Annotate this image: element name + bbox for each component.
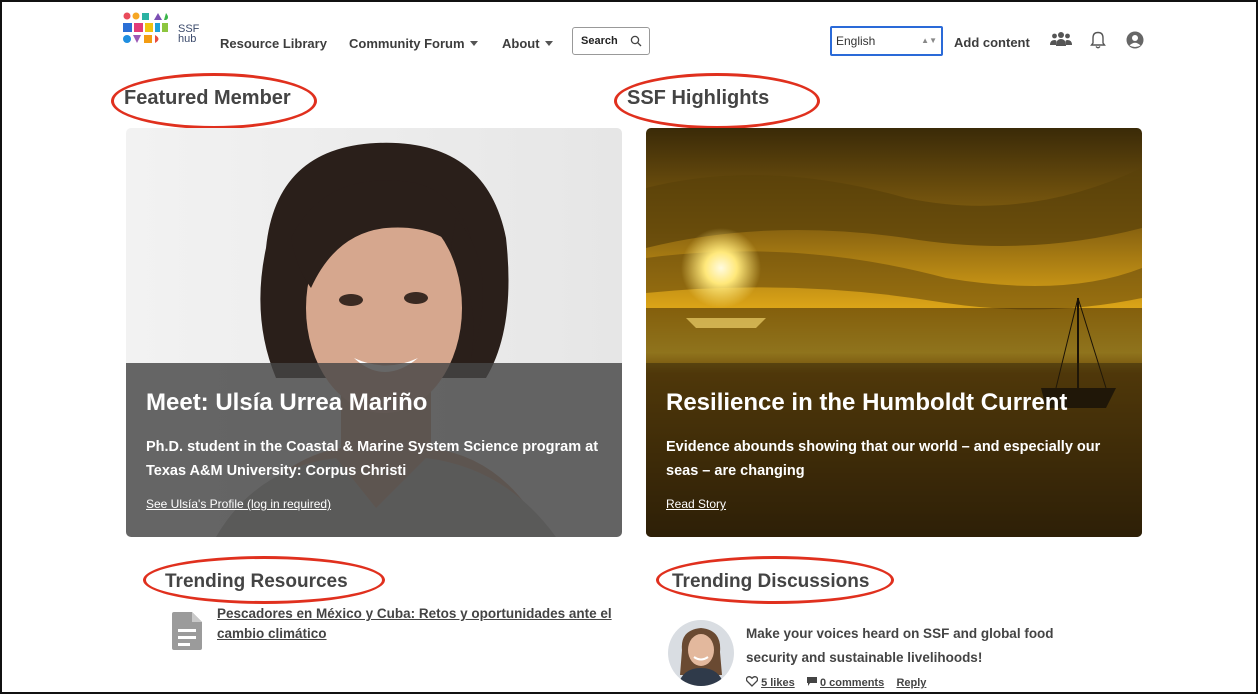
logo-wordmark[interactable]: SSF hub — [178, 24, 199, 45]
nav-resource-library-label: Resource Library — [220, 36, 327, 51]
nav-resource-library[interactable]: Resource Library — [220, 36, 327, 51]
group-icon[interactable] — [1050, 31, 1072, 47]
logo-text-hub: hub — [178, 33, 197, 45]
ssf-highlights-overlay: Resilience in the Humboldt Current Evide… — [646, 363, 1142, 537]
featured-member-title: Meet: Ulsía Urrea Mariño — [146, 389, 428, 416]
nav-about-label: About — [502, 36, 540, 51]
select-arrow-icon: ▲▼ — [921, 36, 937, 45]
comment-icon — [806, 677, 817, 686]
bell-icon[interactable] — [1090, 31, 1106, 49]
search-label: Search — [581, 35, 618, 47]
featured-member-description: Ph.D. student in the Coastal & Marine Sy… — [146, 439, 599, 479]
chevron-down-icon — [544, 41, 553, 46]
chevron-down-icon — [469, 41, 478, 46]
trending-discussion-title[interactable]: Make your voices heard on SSF and global… — [746, 622, 1106, 670]
trending-discussions-heading: Trending Discussions — [672, 571, 870, 592]
ssf-highlights-description: Evidence abounds showing that our world … — [666, 439, 1101, 479]
trending-resource-link[interactable]: Pescadores en México y Cuba: Retos y opo… — [217, 604, 617, 644]
ssf-highlights-card[interactable]: Resilience in the Humboldt Current Evide… — [646, 128, 1142, 537]
likes-link[interactable]: 5 likes — [761, 677, 795, 689]
discussion-meta: 5 likes 0 comments Reply — [745, 676, 926, 689]
trending-resources-heading: Trending Resources — [165, 571, 348, 592]
search-button[interactable]: Search — [572, 27, 650, 55]
featured-member-card[interactable]: Meet: Ulsía Urrea Mariño Ph.D. student i… — [126, 128, 622, 537]
see-profile-link[interactable]: See Ulsía's Profile (log in required) — [146, 497, 331, 511]
document-icon — [172, 612, 202, 650]
read-story-link[interactable]: Read Story — [666, 497, 726, 511]
nav-community-forum-label: Community Forum — [349, 36, 465, 51]
language-selected-value: English — [836, 34, 876, 48]
add-content-link[interactable]: Add content — [954, 35, 1030, 50]
ssf-highlights-title: Resilience in the Humboldt Current — [666, 389, 1068, 416]
search-icon — [630, 35, 642, 47]
language-select[interactable]: English ▲▼ — [830, 26, 943, 56]
avatar[interactable] — [668, 620, 734, 686]
nav-community-forum[interactable]: Community Forum — [349, 36, 478, 51]
user-circle-icon[interactable] — [1126, 31, 1144, 49]
comments-link[interactable]: 0 comments — [820, 677, 884, 689]
ssf-highlights-heading: SSF Highlights — [627, 87, 770, 109]
nav-about[interactable]: About — [502, 36, 553, 51]
featured-member-heading: Featured Member — [124, 87, 291, 109]
heart-icon[interactable] — [745, 676, 759, 687]
featured-member-overlay: Meet: Ulsía Urrea Mariño Ph.D. student i… — [126, 363, 622, 537]
reply-link[interactable]: Reply — [896, 677, 926, 689]
